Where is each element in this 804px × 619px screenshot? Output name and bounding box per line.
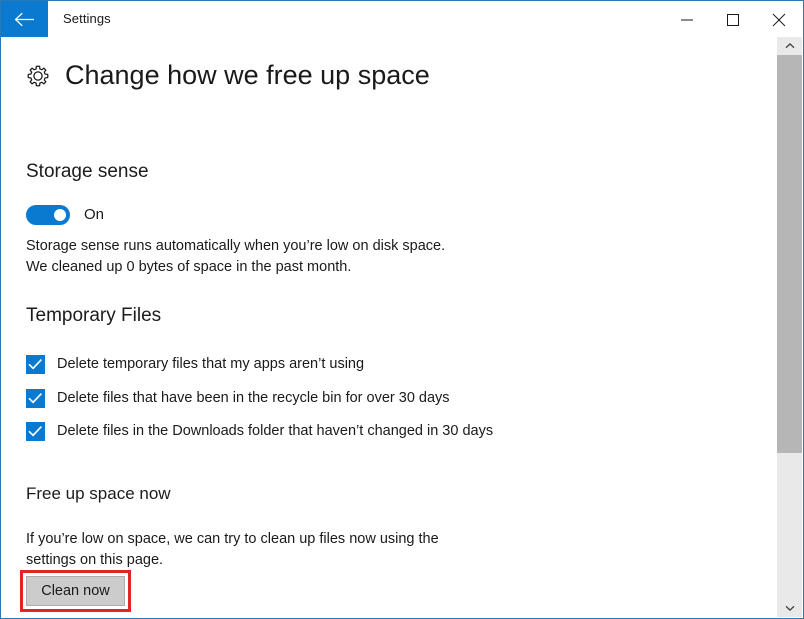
gear-icon bbox=[23, 61, 53, 91]
settings-window: Settings Change how we free up space Sto… bbox=[0, 0, 804, 619]
free-up-space-heading: Free up space now bbox=[26, 484, 171, 503]
checkbox-checked-icon[interactable] bbox=[26, 389, 45, 408]
toggle-knob bbox=[54, 209, 66, 221]
clean-now-button[interactable]: Clean now bbox=[26, 576, 125, 606]
settings-content: Change how we free up space Storage sens… bbox=[1, 37, 776, 617]
free-up-space-description-line-1: If you’re low on space, we can try to cl… bbox=[26, 531, 439, 547]
storage-sense-description-line-1: Storage sense runs automatically when yo… bbox=[26, 238, 446, 254]
maximize-button[interactable] bbox=[710, 1, 756, 38]
scroll-down-button[interactable] bbox=[777, 599, 802, 617]
storage-sense-heading: Storage sense bbox=[26, 161, 149, 182]
title-bar: Settings bbox=[1, 0, 803, 38]
storage-sense-description-line-2: We cleaned up 0 bytes of space in the pa… bbox=[26, 259, 352, 275]
free-up-space-description-line-2: settings on this page. bbox=[26, 552, 164, 568]
checkbox-label: Delete files in the Downloads folder tha… bbox=[57, 423, 494, 439]
vertical-scrollbar[interactable] bbox=[776, 37, 802, 617]
checkbox-label: Delete temporary files that my apps aren… bbox=[57, 356, 365, 372]
checkbox-row-delete-downloads-files[interactable]: Delete files in the Downloads folder tha… bbox=[26, 421, 496, 442]
window-title: Settings bbox=[63, 11, 111, 26]
checkbox-checked-icon[interactable] bbox=[26, 422, 45, 441]
close-button[interactable] bbox=[756, 1, 802, 38]
storage-sense-toggle[interactable] bbox=[26, 205, 70, 225]
checkbox-row-delete-temp-files[interactable]: Delete temporary files that my apps aren… bbox=[26, 354, 496, 375]
scroll-up-button[interactable] bbox=[777, 37, 802, 55]
scrollbar-thumb[interactable] bbox=[777, 55, 802, 453]
checkbox-checked-icon[interactable] bbox=[26, 355, 45, 374]
checkbox-row-delete-recycle-bin-files[interactable]: Delete files that have been in the recyc… bbox=[26, 388, 496, 409]
temporary-files-heading: Temporary Files bbox=[26, 305, 162, 326]
storage-sense-toggle-label: On bbox=[84, 206, 105, 223]
back-button[interactable] bbox=[1, 1, 48, 38]
page-title: Change how we free up space bbox=[65, 60, 430, 90]
checkbox-label: Delete files that have been in the recyc… bbox=[57, 390, 450, 406]
minimize-button[interactable] bbox=[664, 1, 710, 38]
